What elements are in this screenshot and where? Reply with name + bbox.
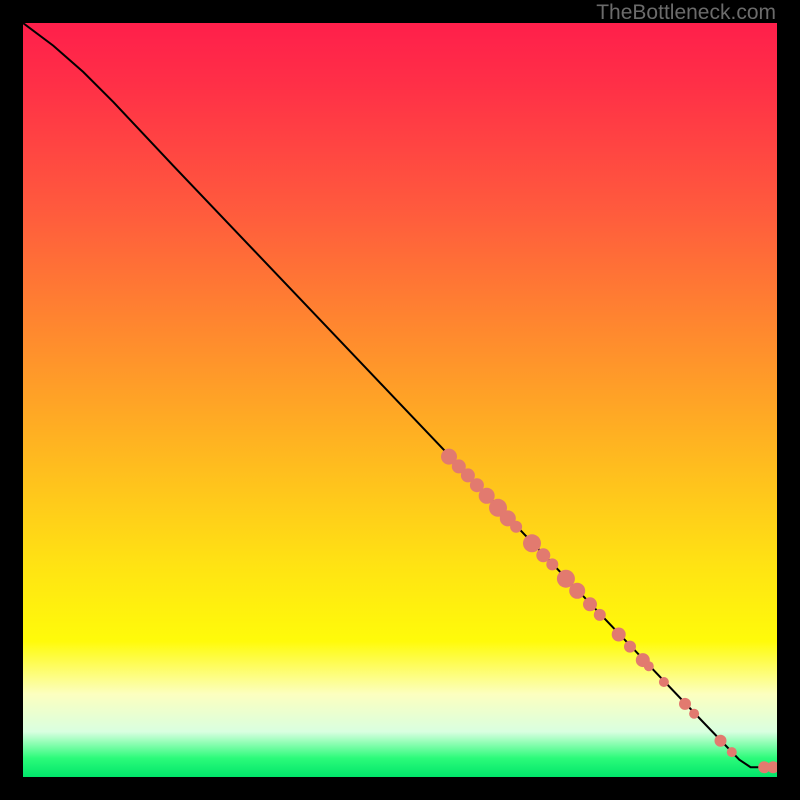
chart-svg [23,23,777,777]
data-marker [612,628,626,642]
data-marker [659,677,669,687]
data-marker [727,747,737,757]
chart-frame [23,23,777,777]
data-marker [583,597,597,611]
data-marker [644,661,654,671]
data-marker [546,558,558,570]
attribution-text: TheBottleneck.com [596,1,776,25]
data-marker [767,761,777,773]
bottleneck-curve [23,23,777,767]
data-marker [510,521,522,533]
data-marker [689,709,699,719]
marker-group [441,449,777,774]
data-marker [624,641,636,653]
data-marker [679,698,691,710]
data-marker [715,735,727,747]
data-marker [569,583,585,599]
data-marker [523,534,541,552]
data-marker [594,609,606,621]
